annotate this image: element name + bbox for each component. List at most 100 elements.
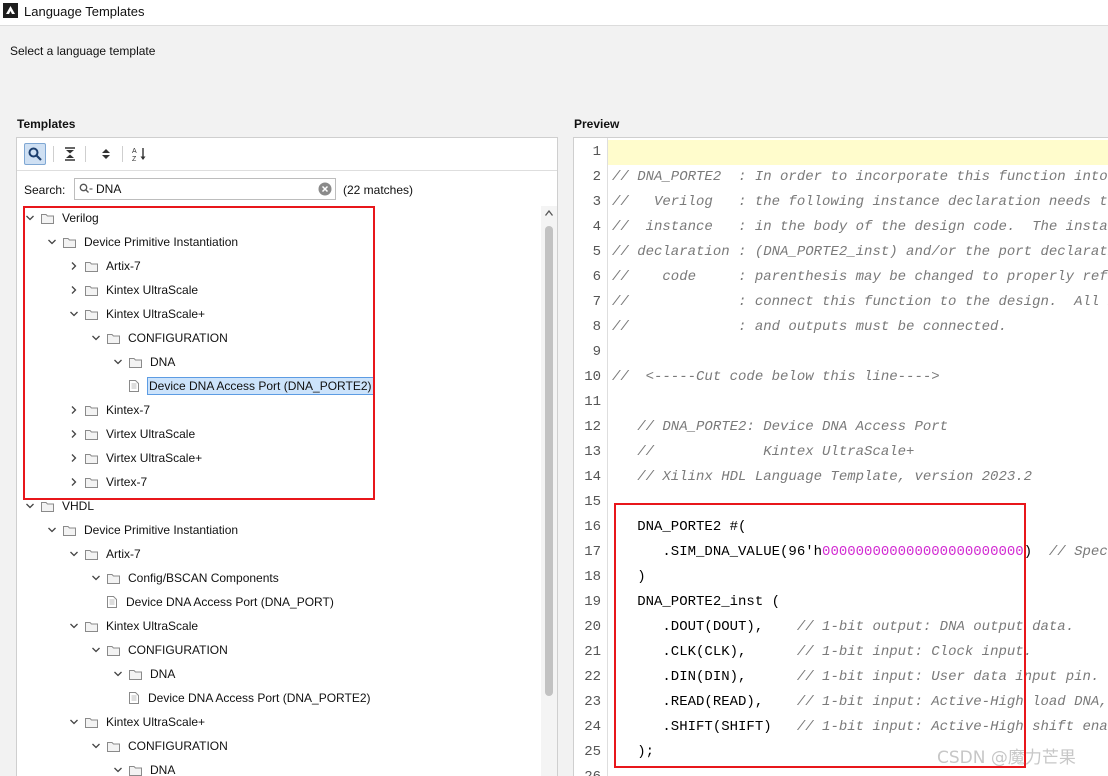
code-text: // Verilog : the following instance decl… xyxy=(612,190,1108,215)
tree-item-label: DNA xyxy=(150,667,176,681)
code-comment: // <-----Cut code below this line----> xyxy=(612,369,940,385)
line-number: 19 xyxy=(584,594,601,610)
search-field-icon xyxy=(79,183,93,193)
code-line: 4 // instance : in the body of the design… xyxy=(574,215,1108,240)
line-number: 11 xyxy=(584,394,601,410)
tree-item-folder[interactable]: CONFIGURATION xyxy=(91,734,229,758)
line-number: 14 xyxy=(584,469,601,485)
annotation-box-tree xyxy=(23,206,375,500)
line-number: 6 xyxy=(592,269,601,285)
code-text: // declaration : (DNA_PORTE2_inst) and/o… xyxy=(612,240,1108,265)
tree-item-label: CONFIGURATION xyxy=(128,643,228,657)
tree-item-folder[interactable]: Config/BSCAN Components xyxy=(91,566,280,590)
expand-all-button[interactable] xyxy=(95,143,117,165)
svg-text:A: A xyxy=(132,148,137,155)
code-line: 13 // Kintex UltraScale+ xyxy=(574,440,1108,465)
chevron-down-icon[interactable] xyxy=(69,717,79,727)
line-number: 3 xyxy=(592,194,601,210)
tree-item-label: Device DNA Access Port (DNA_PORTE2) xyxy=(148,691,371,705)
code-line: 10 // <-----Cut code below this line----> xyxy=(574,365,1108,390)
clear-search-icon[interactable] xyxy=(318,182,332,196)
line-number: 2 xyxy=(592,169,601,185)
search-input-value: DNA xyxy=(96,182,122,196)
chevron-down-icon[interactable] xyxy=(47,525,57,535)
chevron-down-icon[interactable] xyxy=(91,645,101,655)
window-titlebar: Language Templates xyxy=(0,0,1108,26)
line-number: 8 xyxy=(592,319,601,335)
code-comment: // DNA_PORTE2 : In order to incorporate … xyxy=(612,169,1108,185)
code-comment: // declaration : (DNA_PORTE2_inst) and/o… xyxy=(612,244,1108,260)
code-line: 7 // : connect this function to the desig… xyxy=(574,290,1108,315)
scroll-up-icon[interactable] xyxy=(545,210,553,216)
chevron-down-icon[interactable] xyxy=(91,741,101,751)
line-number: 23 xyxy=(584,694,601,710)
sort-button[interactable]: AZ xyxy=(129,143,151,165)
search-input[interactable]: DNA xyxy=(74,178,336,200)
tree-item-file[interactable]: Device DNA Access Port (DNA_PORTE2) xyxy=(129,686,372,710)
tree-item-folder[interactable]: Kintex UltraScale xyxy=(69,614,199,638)
match-count: (22 matches) xyxy=(343,183,414,197)
tree-item-folder[interactable]: Device Primitive Instantiation xyxy=(47,518,239,542)
line-number: 16 xyxy=(584,519,601,535)
tree-item-label: Artix-7 xyxy=(106,547,141,561)
tree-item-folder[interactable]: CONFIGURATION xyxy=(91,638,229,662)
chevron-down-icon[interactable] xyxy=(91,573,101,583)
tree-item-folder[interactable]: DNA xyxy=(113,662,176,686)
code-text: // : and outputs must be connected. xyxy=(612,315,1007,340)
code-text: // Xilinx HDL Language Template, version… xyxy=(612,465,1032,490)
file-icon xyxy=(129,692,139,704)
code-comment: // Kintex UltraScale+ xyxy=(612,444,915,460)
annotation-box-code xyxy=(614,503,1026,768)
tree-scrollbar[interactable] xyxy=(541,206,557,776)
templates-toolbar: AZ xyxy=(17,138,557,171)
code-text: // Kintex UltraScale+ xyxy=(612,440,914,465)
tree-item-label: Config/BSCAN Components xyxy=(128,571,279,585)
code-text: // <-----Cut code below this line----> xyxy=(612,365,940,390)
folder-icon xyxy=(63,525,76,536)
line-number: 22 xyxy=(584,669,601,685)
code-text: // DNA_PORTE2: Device DNA Access Port xyxy=(612,415,948,440)
line-number: 26 xyxy=(574,765,601,776)
tree-item-folder[interactable]: Kintex UltraScale+ xyxy=(69,710,206,734)
line-number: 13 xyxy=(584,444,601,460)
line-number: 17 xyxy=(584,544,601,560)
collapse-all-icon xyxy=(65,147,75,161)
line-number: 10 xyxy=(584,369,601,385)
chevron-down-icon[interactable] xyxy=(113,669,123,679)
search-icon xyxy=(28,147,42,161)
search-toggle-button[interactable] xyxy=(24,143,46,165)
code-text: // : connect this function to the design… xyxy=(612,290,1108,315)
watermark: CSDN @魔力芒果 xyxy=(937,748,1076,768)
folder-icon xyxy=(41,501,54,512)
scroll-thumb[interactable] xyxy=(545,226,553,696)
tree-item-label: Device Primitive Instantiation xyxy=(84,523,239,537)
code-comment: // Specifies xyxy=(1048,544,1108,560)
collapse-all-button[interactable] xyxy=(59,143,81,165)
line-number: 21 xyxy=(584,644,601,660)
folder-icon xyxy=(85,621,98,632)
code-line: 2 // DNA_PORTE2 : In order to incorporate… xyxy=(574,165,1108,190)
code-line: 3 // Verilog : the following instance dec… xyxy=(574,190,1108,215)
chevron-down-icon[interactable] xyxy=(113,765,123,775)
folder-icon xyxy=(129,765,142,776)
file-icon xyxy=(107,596,117,608)
line-number: 4 xyxy=(592,219,601,235)
folder-icon xyxy=(85,717,98,728)
chevron-down-icon[interactable] xyxy=(69,621,79,631)
search-label: Search: xyxy=(24,183,66,197)
preview-heading: Preview xyxy=(574,117,620,131)
tree-item-file[interactable]: Device DNA Access Port (DNA_PORT) xyxy=(107,590,335,614)
tree-item-folder[interactable]: DNA xyxy=(113,758,176,776)
code-text: // code : parenthesis may be changed to … xyxy=(612,265,1108,290)
tree-item-folder[interactable]: Artix-7 xyxy=(69,542,142,566)
code-comment: // code : parenthesis may be changed to … xyxy=(612,269,1108,285)
chevron-down-icon[interactable] xyxy=(69,549,79,559)
folder-icon xyxy=(107,573,120,584)
line-number: 1 xyxy=(592,144,601,160)
code-comment: // instance : in the body of the design … xyxy=(612,219,1108,235)
tree-item-label: CONFIGURATION xyxy=(128,739,228,753)
chevron-down-icon[interactable] xyxy=(25,501,35,511)
line-number: 25 xyxy=(584,744,601,760)
line-number: 7 xyxy=(592,294,601,310)
code-text: // DNA_PORTE2 : In order to incorporate … xyxy=(612,165,1108,190)
